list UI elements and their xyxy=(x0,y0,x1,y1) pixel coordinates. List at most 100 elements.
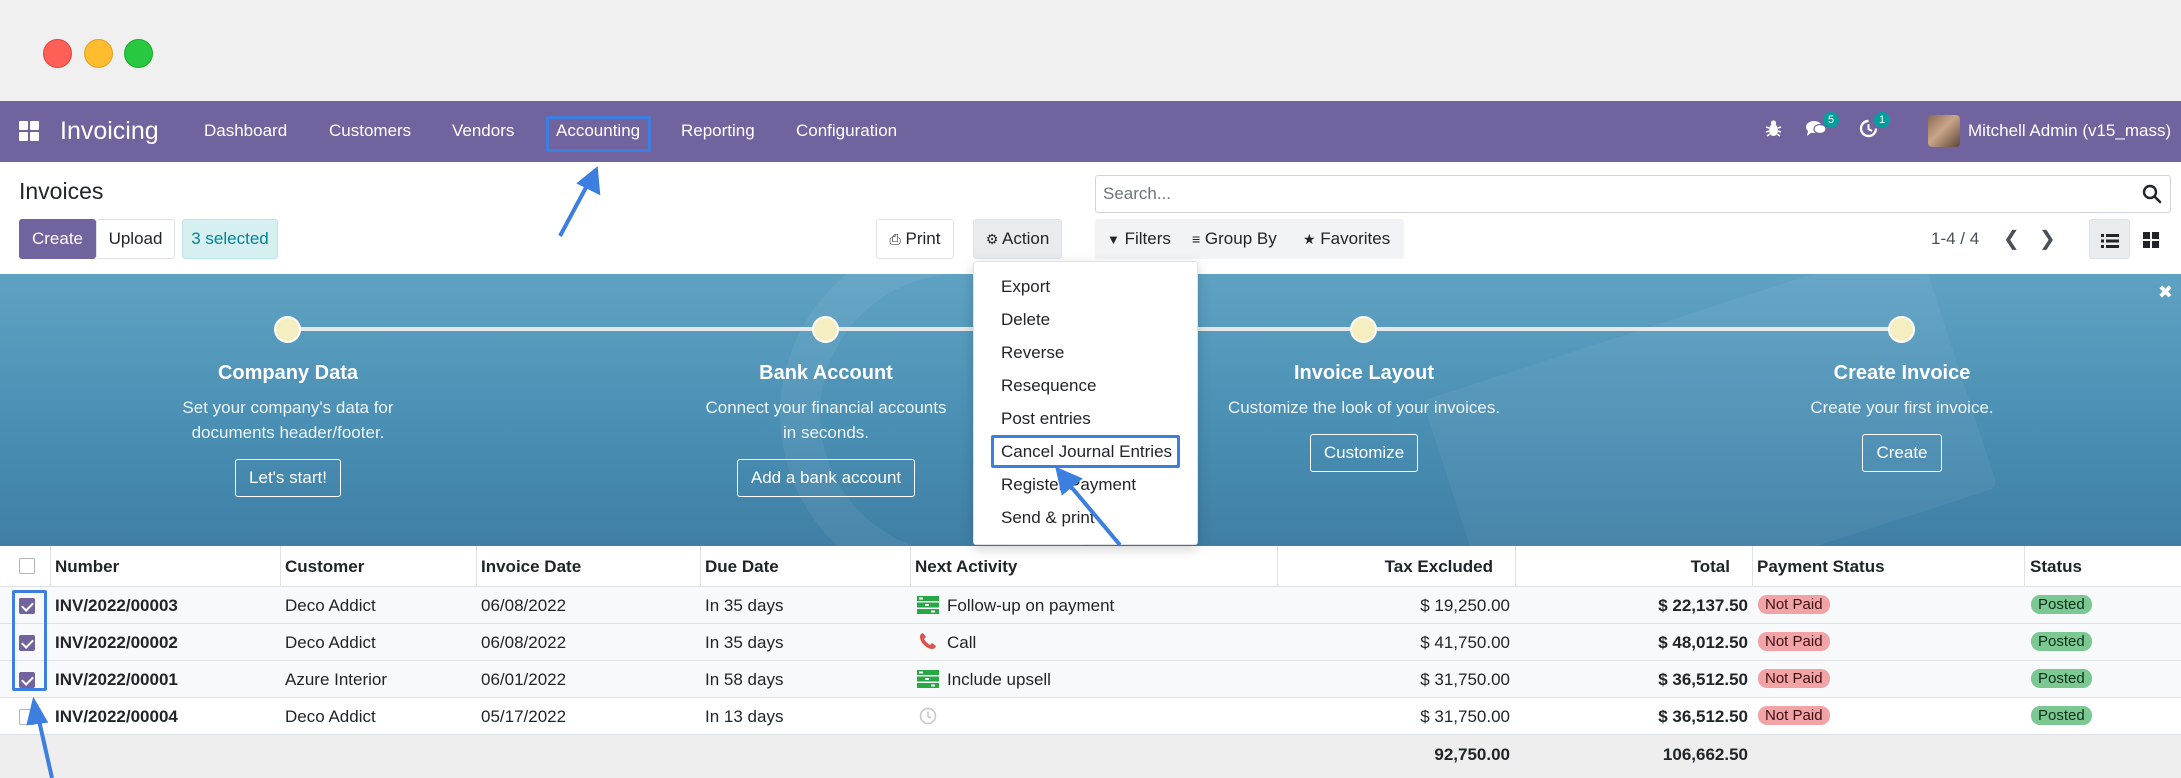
invoice-date: 06/08/2022 xyxy=(481,596,567,615)
menu-item-export[interactable]: Export xyxy=(1001,277,1050,297)
column-payment-status[interactable]: Payment Status xyxy=(1757,557,1885,577)
kanban-icon xyxy=(2142,231,2159,248)
column-tax-excluded[interactable]: Tax Excluded xyxy=(1280,557,1493,577)
lets-start-button[interactable]: Let's start! xyxy=(235,459,341,497)
activities-clock-icon[interactable]: 1 xyxy=(1859,112,1890,143)
zoom-window-button[interactable] xyxy=(124,39,153,68)
window-titlebar xyxy=(0,0,2181,101)
invoice-number: INV/2022/00002 xyxy=(55,633,178,652)
table-row[interactable]: INV/2022/00001 Azure Interior 06/01/2022… xyxy=(0,660,2181,697)
menu-customers[interactable]: Customers xyxy=(329,121,411,141)
menu-item-send-print[interactable]: Send & print xyxy=(1001,508,1095,528)
clock-icon[interactable] xyxy=(919,707,941,725)
menu-item-resequence[interactable]: Resequence xyxy=(1001,376,1096,396)
tax-excluded: $ 19,250.00 xyxy=(1420,596,1510,615)
column-customer[interactable]: Customer xyxy=(285,557,364,577)
bars-icon: ≡ xyxy=(1192,231,1201,247)
debug-bug-icon[interactable] xyxy=(1765,119,1782,143)
step-description: Connect your financial accounts in secon… xyxy=(705,398,947,442)
due-date: In 13 days xyxy=(705,707,784,726)
annotation-highlight-cancel-journal-entries xyxy=(991,435,1180,468)
page-title: Invoices xyxy=(19,178,104,204)
next-activity[interactable]: Call xyxy=(947,633,976,653)
create-button[interactable]: Create xyxy=(19,219,96,259)
tasks-icon[interactable] xyxy=(917,670,939,688)
column-total[interactable]: Total xyxy=(1520,557,1730,577)
add-bank-account-button[interactable]: Add a bank account xyxy=(736,459,916,497)
status-badge: Posted xyxy=(2031,706,2092,725)
close-window-button[interactable] xyxy=(43,39,72,68)
search-input[interactable] xyxy=(1096,176,2116,212)
column-due-date[interactable]: Due Date xyxy=(705,557,779,577)
menu-vendors[interactable]: Vendors xyxy=(452,121,514,141)
payment-status-badge: Not Paid xyxy=(1758,706,1830,725)
group-by-button[interactable]: ≡ Group By xyxy=(1192,229,1277,249)
column-separator xyxy=(50,546,51,586)
menu-item-post-entries[interactable]: Post entries xyxy=(1001,409,1091,429)
user-avatar[interactable] xyxy=(1928,115,1960,147)
favorites-button[interactable]: ★ Favorites xyxy=(1303,229,1390,249)
tasks-icon[interactable] xyxy=(917,596,939,614)
row-checkbox[interactable] xyxy=(19,709,35,725)
customize-button[interactable]: Customize xyxy=(1309,434,1419,472)
action-label: Action xyxy=(1002,229,1050,248)
top-navbar: Invoicing Dashboard Customers Vendors Ac… xyxy=(0,101,2181,162)
invoice-date: 06/01/2022 xyxy=(481,670,567,689)
invoice-date: 05/17/2022 xyxy=(481,707,567,726)
step-company-data: Company Data Set your company's data for… xyxy=(88,362,488,497)
phone-icon[interactable] xyxy=(918,633,940,651)
menu-item-register-payment[interactable]: Register Payment xyxy=(1001,475,1136,495)
menu-item-delete[interactable]: Delete xyxy=(1001,310,1050,330)
action-button[interactable]: ⚙ Action xyxy=(973,219,1062,259)
table-footer-totals: 92,750.00 106,662.50 xyxy=(0,734,2181,778)
next-activity[interactable]: Include upsell xyxy=(947,670,1051,690)
pager-next-icon[interactable]: ❯ xyxy=(2039,226,2056,251)
payment-status-badge: Not Paid xyxy=(1758,669,1830,688)
invoice-number: INV/2022/00003 xyxy=(55,596,178,615)
kanban-view-button[interactable] xyxy=(2130,219,2171,259)
user-menu[interactable]: Mitchell Admin (v15_mass) xyxy=(1968,121,2171,141)
tax-excluded: $ 31,750.00 xyxy=(1420,707,1510,726)
table-row[interactable]: INV/2022/00004 Deco Addict 05/17/2022 In… xyxy=(0,697,2181,734)
minimize-window-button[interactable] xyxy=(84,39,113,68)
filters-button[interactable]: ▼ Filters xyxy=(1107,229,1171,249)
tax-excluded-total: 92,750.00 xyxy=(1434,745,1510,764)
messages-chat-icon[interactable]: 5 xyxy=(1805,112,1839,143)
menu-dashboard[interactable]: Dashboard xyxy=(204,121,287,141)
menu-item-reverse[interactable]: Reverse xyxy=(1001,343,1064,363)
app-brand[interactable]: Invoicing xyxy=(60,117,159,146)
step-title: Invoice Layout xyxy=(1293,362,1435,384)
due-date: In 35 days xyxy=(705,596,784,615)
menu-reporting[interactable]: Reporting xyxy=(681,121,755,141)
close-icon[interactable]: ✖ xyxy=(2158,282,2173,303)
pager-value[interactable]: 1-4 / 4 xyxy=(1931,229,1979,249)
next-activity[interactable]: Follow-up on payment xyxy=(947,596,1114,616)
upload-button[interactable]: Upload xyxy=(96,219,175,259)
print-label: Print xyxy=(905,229,941,248)
list-view-button[interactable] xyxy=(2089,219,2130,259)
table-row[interactable]: INV/2022/00003 Deco Addict 06/08/2022 In… xyxy=(0,586,2181,623)
tax-excluded: $ 41,750.00 xyxy=(1420,633,1510,652)
selected-count-badge: 3 selected xyxy=(182,219,278,259)
invoice-number: INV/2022/00004 xyxy=(55,707,178,726)
total: $ 36,512.50 xyxy=(1658,707,1748,726)
select-all-checkbox[interactable] xyxy=(19,558,35,574)
column-status[interactable]: Status xyxy=(2030,557,2082,577)
create-invoice-button[interactable]: Create xyxy=(1862,434,1942,472)
table-row[interactable]: INV/2022/00002 Deco Addict 06/08/2022 In… xyxy=(0,623,2181,660)
column-separator xyxy=(476,546,477,586)
arrow-to-accounting xyxy=(558,166,601,237)
column-number[interactable]: Number xyxy=(55,557,119,577)
column-next-activity[interactable]: Next Activity xyxy=(915,557,1017,577)
apps-menu-icon[interactable] xyxy=(19,121,39,141)
column-separator xyxy=(700,546,701,586)
pager-previous-icon[interactable]: ❮ xyxy=(2003,226,2020,251)
column-invoice-date[interactable]: Invoice Date xyxy=(481,557,581,577)
step-dot-create xyxy=(1888,316,1915,343)
payment-status-badge: Not Paid xyxy=(1758,632,1830,651)
step-invoice-layout: Invoice Layout Customize the look of you… xyxy=(1164,362,1564,472)
search-icon[interactable] xyxy=(2142,184,2162,204)
menu-configuration[interactable]: Configuration xyxy=(796,121,897,141)
step-dot-bank xyxy=(812,316,839,343)
print-button[interactable]: ⎙ Print xyxy=(876,219,954,259)
